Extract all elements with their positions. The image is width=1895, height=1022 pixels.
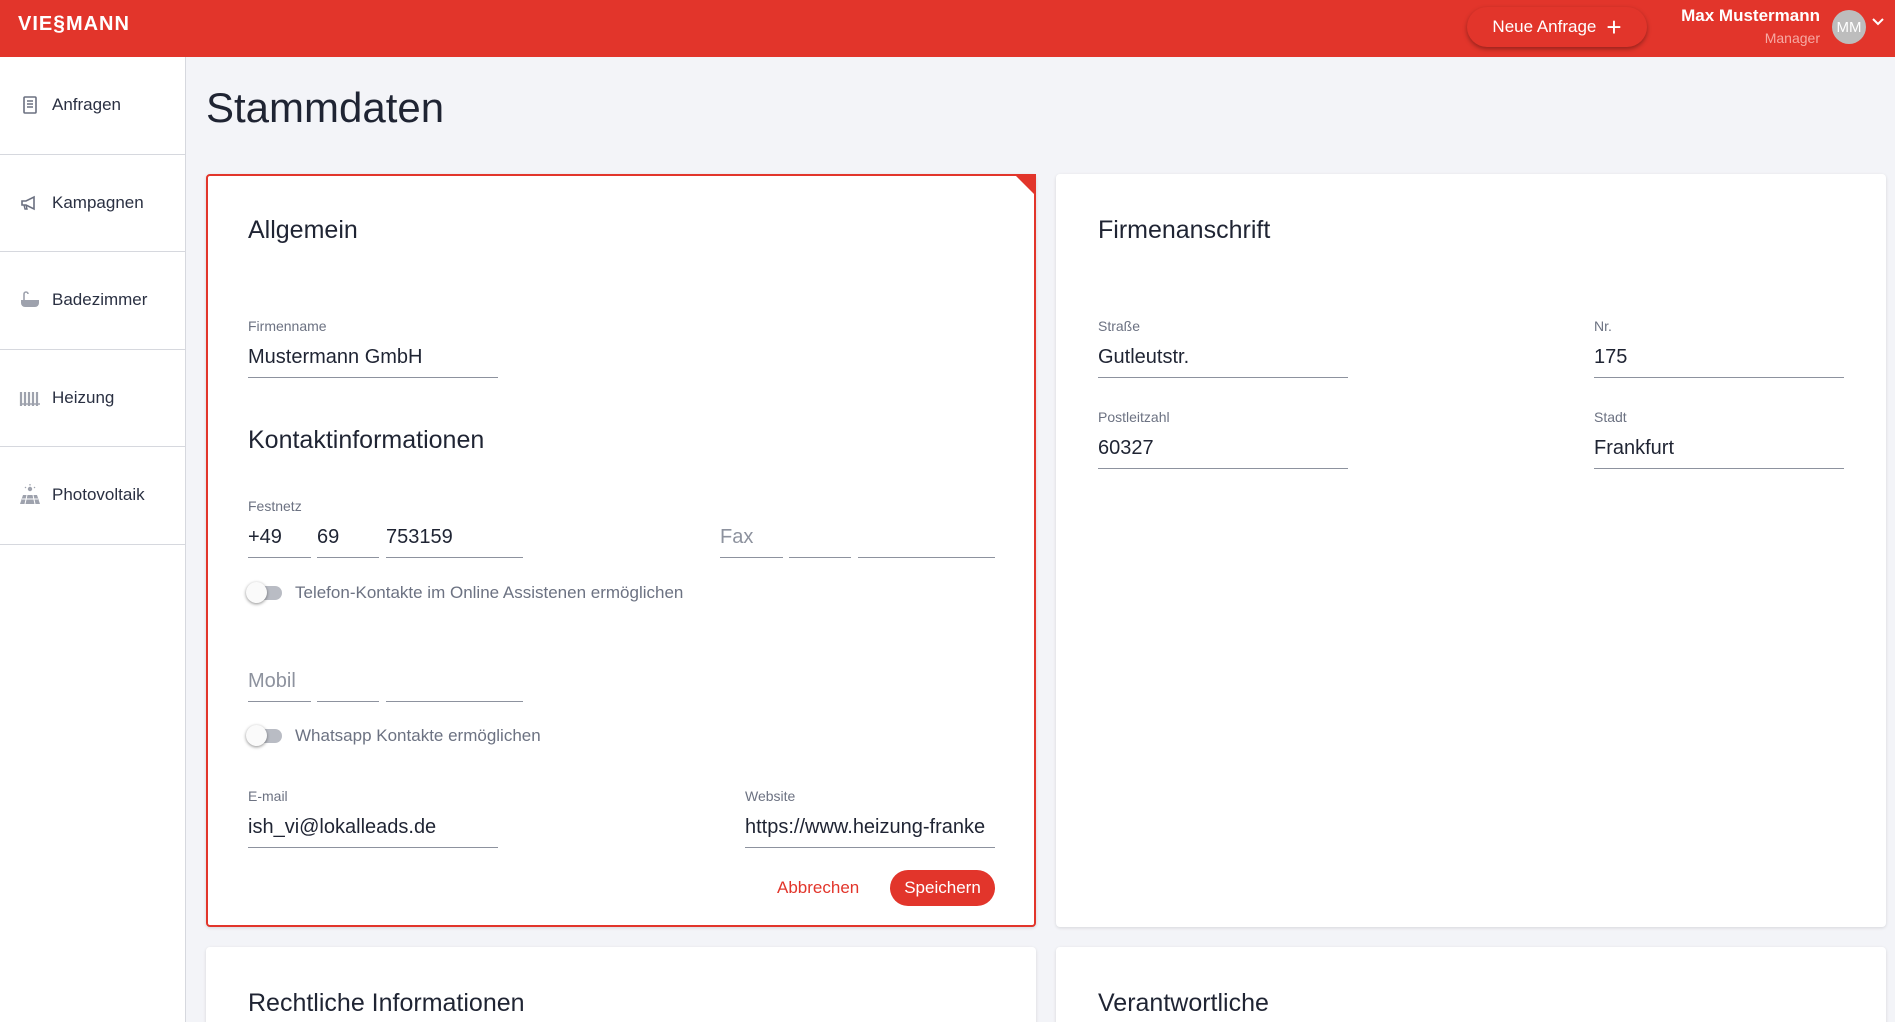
mobile-area-input[interactable]: [317, 701, 379, 702]
house-number-label: Nr.: [1594, 318, 1612, 334]
general-title: Allgemein: [248, 216, 358, 244]
fax-country-input[interactable]: [720, 557, 783, 558]
underline: [745, 847, 995, 848]
landline-number-input[interactable]: 753159: [386, 524, 523, 558]
document-icon: [18, 93, 42, 117]
general-card: Allgemein Firmenname Mustermann GmbH Kon…: [206, 174, 1036, 927]
toggle-knob: [246, 725, 267, 746]
underline: [248, 557, 311, 558]
email-label: E-mail: [248, 788, 288, 804]
sidebar-item-anfragen[interactable]: Anfragen: [0, 57, 185, 155]
sidebar-item-label: Kampagnen: [52, 192, 144, 212]
legal-title: Rechtliche Informationen: [248, 989, 525, 1017]
top-bar: VIE§MANN Neue Anfrage + Max Mustermann M…: [0, 0, 1895, 57]
sidebar-item-label: Badezimmer: [52, 290, 148, 310]
sidebar-item-heizung[interactable]: Heizung: [0, 350, 185, 447]
underline: [386, 557, 523, 558]
website-label: Website: [745, 788, 796, 804]
email-field[interactable]: E-mail ish_vi@lokalleads.de: [248, 788, 498, 848]
sidebar-item-label: Heizung: [52, 387, 115, 407]
sidebar-item-photovoltaik[interactable]: Photovoltaik: [0, 447, 185, 545]
whatsapp-toggle[interactable]: [246, 725, 282, 746]
email-value: ish_vi@lokalleads.de: [248, 816, 437, 838]
underline: [317, 557, 379, 558]
house-number-value: 175: [1594, 346, 1628, 368]
city-field[interactable]: Stadt Frankfurt: [1594, 409, 1844, 469]
viessmann-logo[interactable]: VIE§MANN: [18, 12, 130, 36]
contact-title: Kontaktinformationen: [248, 426, 485, 454]
house-number-field[interactable]: Nr. 175: [1594, 318, 1844, 378]
zip-value: 60327: [1098, 437, 1154, 459]
sidebar-item-badezimmer[interactable]: Badezimmer: [0, 252, 185, 350]
fax-placeholder: Fax: [720, 526, 754, 548]
mobile-placeholder: Mobil: [248, 670, 296, 692]
user-info[interactable]: Max Mustermann Manager: [1681, 6, 1820, 46]
website-field[interactable]: Website https://www.heizung-franke: [745, 788, 995, 848]
user-role: Manager: [1764, 30, 1820, 46]
street-field[interactable]: Straße Gutleutstr.: [1098, 318, 1348, 378]
landline-label-wrap: Festnetz: [248, 498, 448, 518]
new-request-label: Neue Anfrage: [1492, 17, 1597, 36]
fax-area-input[interactable]: [789, 557, 851, 558]
underline: [248, 377, 498, 378]
megaphone-icon: [18, 191, 42, 215]
phone-contact-toggle[interactable]: [246, 582, 282, 603]
street-value: Gutleutstr.: [1098, 346, 1190, 368]
user-name: Max Mustermann: [1681, 6, 1820, 25]
landline-number-value: 753159: [386, 526, 453, 548]
underline: [1098, 468, 1348, 469]
legal-card: Rechtliche Informationen: [206, 947, 1036, 1022]
street-label: Straße: [1098, 318, 1141, 334]
sidebar-item-label: Photovoltaik: [52, 485, 145, 505]
toggle-knob: [246, 582, 267, 603]
page-title: Stammdaten: [206, 84, 445, 131]
radiator-icon: [18, 386, 42, 410]
landline-area-value: 69: [317, 526, 340, 548]
landline-country-value: +49: [248, 526, 282, 548]
city-label: Stadt: [1594, 409, 1627, 425]
mobile-country-input[interactable]: [248, 701, 311, 702]
zip-label: Postleitzahl: [1098, 409, 1170, 425]
company-name-field[interactable]: Firmenname Mustermann GmbH: [248, 318, 498, 378]
save-button[interactable]: Speichern: [890, 870, 995, 906]
cancel-button[interactable]: Abbrechen: [777, 878, 859, 898]
chevron-down-icon[interactable]: [1870, 14, 1886, 35]
address-title: Firmenanschrift: [1098, 216, 1271, 244]
company-name-value: Mustermann GmbH: [248, 346, 423, 368]
landline-label: Festnetz: [248, 498, 302, 514]
plus-icon: +: [1606, 12, 1622, 42]
landline-area-input[interactable]: 69: [317, 524, 379, 558]
sidebar-item-label: Anfragen: [52, 95, 121, 115]
address-card: Firmenanschrift Straße Gutleutstr. Nr. 1…: [1056, 174, 1886, 927]
phone-contact-toggle-label: Telefon-Kontakte im Online Assistenen er…: [295, 583, 684, 602]
edit-indicator: [1014, 174, 1036, 196]
city-value: Frankfurt: [1594, 437, 1675, 459]
sidebar-item-kampagnen[interactable]: Kampagnen: [0, 155, 185, 252]
website-value: https://www.heizung-franke: [745, 816, 986, 838]
fax-number-input[interactable]: [858, 557, 995, 558]
sidebar: Anfragen Kampagnen Badezimmer Heizung Ph…: [0, 57, 186, 1022]
underline: [1594, 377, 1844, 378]
new-request-button[interactable]: Neue Anfrage +: [1467, 7, 1647, 47]
mobile-number-input[interactable]: [386, 701, 523, 702]
responsible-title: Verantwortliche: [1098, 989, 1269, 1017]
whatsapp-toggle-label: Whatsapp Kontakte ermöglichen: [295, 726, 541, 745]
underline: [1098, 377, 1348, 378]
avatar[interactable]: MM: [1832, 10, 1866, 44]
company-name-label: Firmenname: [248, 318, 327, 334]
bathtub-icon: [18, 288, 42, 312]
solar-panel-icon: [18, 483, 42, 507]
landline-country-input[interactable]: +49: [248, 524, 311, 558]
zip-field[interactable]: Postleitzahl 60327: [1098, 409, 1348, 469]
logo-mark-icon: §: [53, 12, 66, 35]
underline: [1594, 468, 1844, 469]
responsible-card: Verantwortliche: [1056, 947, 1886, 1022]
underline: [248, 847, 498, 848]
